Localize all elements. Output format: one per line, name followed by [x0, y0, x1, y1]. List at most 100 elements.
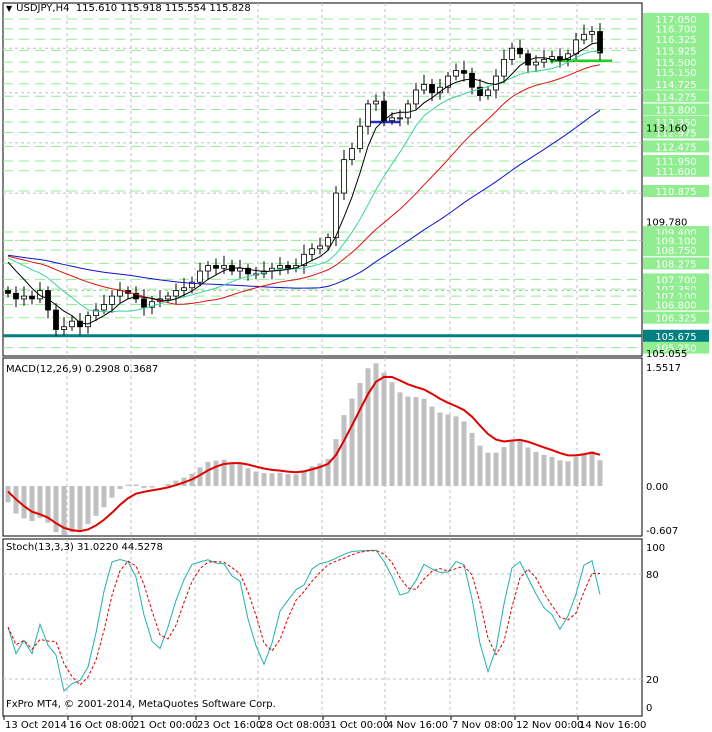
candle	[341, 159, 347, 194]
macd-histogram-bar	[29, 486, 35, 522]
macd-histogram-bar	[509, 440, 515, 486]
copyright-text: FxPro MT4, © 2001-2014, MetaQuotes Softw…	[6, 699, 276, 710]
macd-histogram-bar	[293, 474, 299, 486]
macd-histogram-bar	[445, 414, 451, 486]
candle	[413, 89, 419, 105]
candle	[5, 290, 11, 294]
macd-histogram-bar	[421, 398, 427, 486]
candle	[557, 56, 563, 60]
macd-histogram-bar	[573, 457, 579, 486]
candle	[533, 61, 539, 66]
macd-histogram-bar	[365, 368, 371, 486]
macd-histogram-bar	[533, 451, 539, 486]
macd-histogram-bar	[237, 464, 243, 486]
candle	[365, 103, 371, 127]
macd-histogram-bar	[93, 486, 99, 516]
macd-histogram-bar	[485, 452, 491, 486]
candle	[485, 89, 491, 96]
time-axis-label: 16 Oct 08:00	[69, 720, 134, 731]
candle	[165, 295, 171, 300]
macd-histogram-bar	[581, 453, 587, 486]
macd-histogram-bar	[493, 452, 499, 486]
price-level-label: 114.725	[655, 80, 696, 91]
macd-histogram-bar	[565, 461, 571, 486]
time-axis-label: 4 Nov 16:00	[387, 720, 448, 731]
macd-histogram-bar	[213, 460, 219, 486]
candle	[213, 265, 219, 269]
triangle-down-icon[interactable]: ▼	[6, 4, 12, 13]
candle	[453, 70, 459, 77]
macd-histogram-bar	[501, 447, 507, 486]
price-level-label: 115.150	[655, 68, 696, 79]
candle	[581, 33, 587, 41]
candle	[501, 58, 507, 77]
candle	[37, 290, 43, 300]
macd-histogram-bar	[101, 486, 107, 508]
macd-histogram-bar	[381, 372, 387, 486]
macd-histogram-bar	[333, 439, 339, 486]
price-level-label: 115.925	[655, 46, 696, 57]
price-tick-label: 109.780	[646, 217, 687, 228]
macd-histogram-bar	[405, 396, 411, 486]
macd-histogram-bar	[349, 398, 355, 486]
macd-histogram-bar	[517, 440, 523, 486]
macd-histogram-bar	[429, 406, 435, 486]
macd-histogram-bar	[85, 486, 91, 525]
macd-histogram-bar	[269, 473, 275, 486]
macd-axis-label: 0.00	[646, 482, 668, 493]
macd-axis-label: 1.5517	[646, 363, 681, 374]
candle	[573, 39, 579, 55]
candle	[373, 100, 379, 105]
symbol-label: USDJPY,H4	[16, 3, 70, 14]
candle	[469, 72, 475, 88]
candle	[237, 267, 243, 272]
time-axis-label: 21 Oct 00:00	[133, 720, 198, 731]
candle	[317, 245, 323, 250]
candle	[517, 47, 523, 55]
price-tick-label: 105.055	[646, 349, 687, 360]
macd-histogram-bar	[525, 447, 531, 486]
stoch-axis-label: 100	[646, 543, 665, 554]
macd-label: MACD(12,26,9) 0.2908 0.3687	[6, 364, 159, 375]
candle	[421, 84, 427, 91]
candle	[389, 117, 395, 122]
price-level-label: 113.800	[655, 106, 696, 117]
macd-histogram-bar	[461, 421, 467, 486]
key-level-label: 105.675	[655, 332, 696, 343]
time-axis-label: 28 Oct 08:00	[260, 720, 325, 731]
candle	[197, 270, 203, 283]
candle	[589, 31, 595, 35]
macd-histogram-bar	[117, 486, 123, 490]
macd-histogram-bar	[253, 471, 259, 486]
price-level-label: 110.875	[655, 187, 696, 198]
time-axis-label: 12 Nov 00:00	[516, 720, 583, 731]
candle	[397, 117, 403, 120]
macd-histogram-bar	[245, 468, 251, 486]
candle	[141, 298, 147, 308]
macd-histogram-bar	[357, 382, 363, 486]
macd-histogram-bar	[453, 416, 459, 486]
candle	[53, 309, 59, 330]
candle	[357, 125, 363, 149]
macd-histogram-bar	[597, 460, 603, 486]
price-level-label: 111.600	[655, 167, 696, 178]
macd-histogram-bar	[437, 412, 443, 486]
candle	[85, 315, 91, 328]
candle	[405, 103, 411, 119]
candle	[541, 58, 547, 63]
price-level-label: 106.800	[655, 300, 696, 311]
stoch-label: Stoch(13,3,3) 31.0220 44.5278	[6, 542, 163, 553]
candle	[77, 320, 83, 328]
macd-histogram-bar	[477, 445, 483, 486]
candle	[69, 320, 75, 328]
candle	[349, 148, 355, 161]
stoch-axis-label: 20	[646, 675, 659, 686]
macd-histogram-bar	[229, 462, 235, 486]
ohlc-values: 115.610 115.918 115.554 115.828	[75, 3, 251, 14]
candle	[509, 47, 515, 60]
price-level-label: 108.275	[655, 259, 696, 270]
macd-histogram-bar	[413, 397, 419, 486]
candle	[61, 326, 67, 330]
candle	[277, 265, 283, 269]
candle	[117, 290, 123, 297]
